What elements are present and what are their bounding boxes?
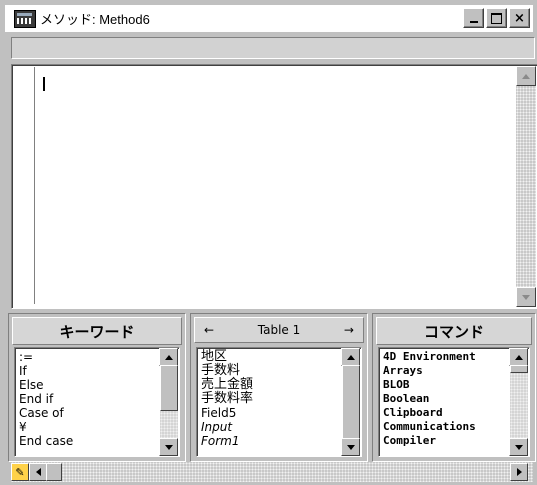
arrow-up-icon [164, 354, 173, 360]
keyword-list-item[interactable]: End case [19, 434, 157, 448]
arrow-left-icon [35, 468, 41, 476]
code-editor[interactable] [11, 64, 537, 309]
field-list-item[interactable]: Form1 [201, 434, 339, 448]
editor-scroll-down-button[interactable] [516, 287, 536, 307]
keywords-header: キーワード [12, 317, 182, 345]
command-list-item[interactable]: BLOB [383, 378, 509, 392]
commands-scroll-thumb[interactable] [510, 365, 528, 373]
table-name: Table 1 [257, 323, 301, 337]
method-toolbar [11, 37, 535, 59]
field-list-item[interactable]: Input [201, 420, 339, 434]
minimize-button[interactable] [463, 8, 484, 28]
field-list-item[interactable]: 手数料 [201, 364, 339, 378]
horizontal-scroll-thumb[interactable] [46, 463, 62, 481]
fields-scrollbar[interactable] [341, 348, 360, 456]
command-list-item[interactable]: 4D Environment [383, 350, 509, 364]
command-list-item[interactable]: Clipboard [383, 406, 509, 420]
keywords-list[interactable]: := If Else End if Case of ¥ End case [14, 347, 180, 457]
horizontal-scrollbar[interactable]: ✎ [11, 462, 533, 482]
table-selector: ← Table 1 → [194, 317, 364, 343]
close-icon: × [514, 10, 525, 26]
commands-scroll-down-button[interactable] [509, 438, 528, 456]
command-list-item[interactable]: Compiler [383, 434, 509, 448]
keyword-list-item[interactable]: End if [19, 392, 157, 406]
method-editor-window: メソッド: Method6 × キーワード := If Else End if Case… [0, 0, 537, 485]
next-table-button[interactable]: → [344, 323, 354, 337]
maximize-button[interactable] [486, 8, 507, 28]
previous-table-button[interactable]: ← [204, 323, 214, 337]
keyword-list-item[interactable]: := [19, 350, 157, 364]
keyword-list-item[interactable]: If [19, 364, 157, 378]
arrow-up-icon [346, 354, 355, 360]
arrow-down-icon [164, 444, 173, 450]
keywords-scrollbar[interactable] [159, 348, 178, 456]
fields-panel: ← Table 1 → 地区 手数料 売上金額 手数料率 Field5 Input Form… [190, 313, 368, 462]
arrow-up-icon [514, 354, 523, 360]
command-list-item[interactable]: Arrays [383, 364, 509, 378]
field-list-item[interactable]: 地区 [201, 350, 339, 364]
minimize-icon [469, 21, 478, 23]
commands-list[interactable]: 4D Environment Arrays BLOB Boolean Clipboard… [378, 347, 530, 457]
keywords-scroll-up-button[interactable] [159, 348, 178, 366]
field-list-item[interactable]: 手数料率 [201, 392, 339, 406]
field-list-item[interactable]: Field5 [201, 406, 339, 420]
window-title: メソッド: Method6 [40, 12, 150, 27]
scroll-right-button[interactable] [510, 463, 528, 481]
commands-scroll-up-button[interactable] [509, 348, 528, 366]
arrow-down-icon [346, 444, 355, 450]
editor-vertical-scrollbar[interactable] [516, 66, 536, 307]
keywords-scroll-thumb[interactable] [160, 365, 178, 411]
keywords-scroll-down-button[interactable] [159, 438, 178, 456]
arrow-down-icon [522, 294, 530, 300]
fields-scroll-up-button[interactable] [341, 348, 360, 366]
arrow-right-icon [516, 468, 522, 476]
commands-panel: コマンド 4D Environment Arrays BLOB Boolean Clip… [372, 313, 536, 462]
keyword-list-item[interactable]: Else [19, 378, 157, 392]
keyword-list-item[interactable]: ¥ [19, 420, 157, 434]
keywords-panel: キーワード := If Else End if Case of ¥ End case [8, 313, 186, 462]
scroll-left-button[interactable] [29, 463, 47, 481]
command-list-item[interactable]: Boolean [383, 392, 509, 406]
pencil-icon[interactable]: ✎ [11, 463, 29, 481]
database-app-icon [14, 9, 36, 28]
keyword-list-item[interactable]: Case of [19, 406, 157, 420]
title-bar[interactable]: メソッド: Method6 × [5, 5, 533, 32]
fields-scroll-thumb[interactable] [342, 365, 360, 445]
editor-gutter [34, 67, 37, 304]
field-list-item[interactable]: 売上金額 [201, 378, 339, 392]
commands-scrollbar[interactable] [509, 348, 528, 456]
arrow-up-icon [522, 73, 530, 79]
command-list-item[interactable]: Communications [383, 420, 509, 434]
text-caret [43, 77, 45, 91]
maximize-icon [491, 12, 502, 24]
fields-scroll-down-button[interactable] [341, 438, 360, 456]
commands-header: コマンド [376, 317, 532, 345]
close-button[interactable]: × [509, 8, 530, 28]
arrow-down-icon [514, 444, 523, 450]
editor-scroll-up-button[interactable] [516, 66, 536, 86]
fields-list[interactable]: 地区 手数料 売上金額 手数料率 Field5 Input Form1 [196, 347, 362, 457]
